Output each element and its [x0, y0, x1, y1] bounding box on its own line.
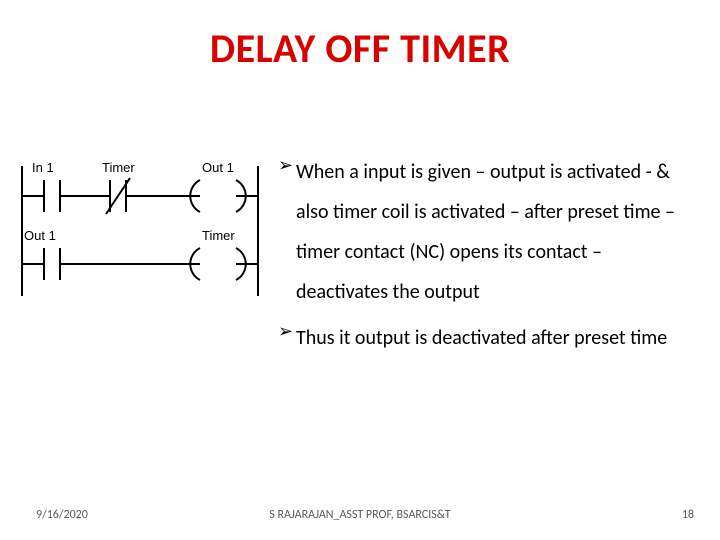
bullet-text: When a input is given – output is activa…	[296, 152, 698, 312]
slide-title: DELAY OFF TIMER	[0, 24, 720, 73]
bullet-item: ➢ When a input is given – output is acti…	[278, 152, 698, 312]
ladder-svg: In 1 Timer Out 1 Out 1	[14, 146, 266, 306]
bullet-arrow-icon: ➢	[278, 318, 296, 344]
slide: DELAY OFF TIMER In 1 Timer Out 1	[0, 0, 720, 540]
bullet-item: ➢ Thus it output is deactivated after pr…	[278, 318, 698, 358]
bullet-text: Thus it output is deactivated after pres…	[296, 318, 667, 358]
bullet-arrow-icon: ➢	[278, 152, 296, 178]
label-timer-right: Timer	[202, 228, 235, 243]
label-out1-top: Out 1	[202, 160, 234, 175]
ladder-diagram: In 1 Timer Out 1 Out 1	[14, 146, 266, 306]
footer-author: S RAJARAJAN_ASST PROF, BSARCIS&T	[0, 508, 720, 522]
label-in1: In 1	[32, 160, 54, 175]
label-timer-top: Timer	[102, 160, 135, 175]
footer-page-number: 18	[682, 508, 694, 522]
label-out1-left: Out 1	[24, 228, 56, 243]
content-area: ➢ When a input is given – output is acti…	[278, 152, 698, 364]
